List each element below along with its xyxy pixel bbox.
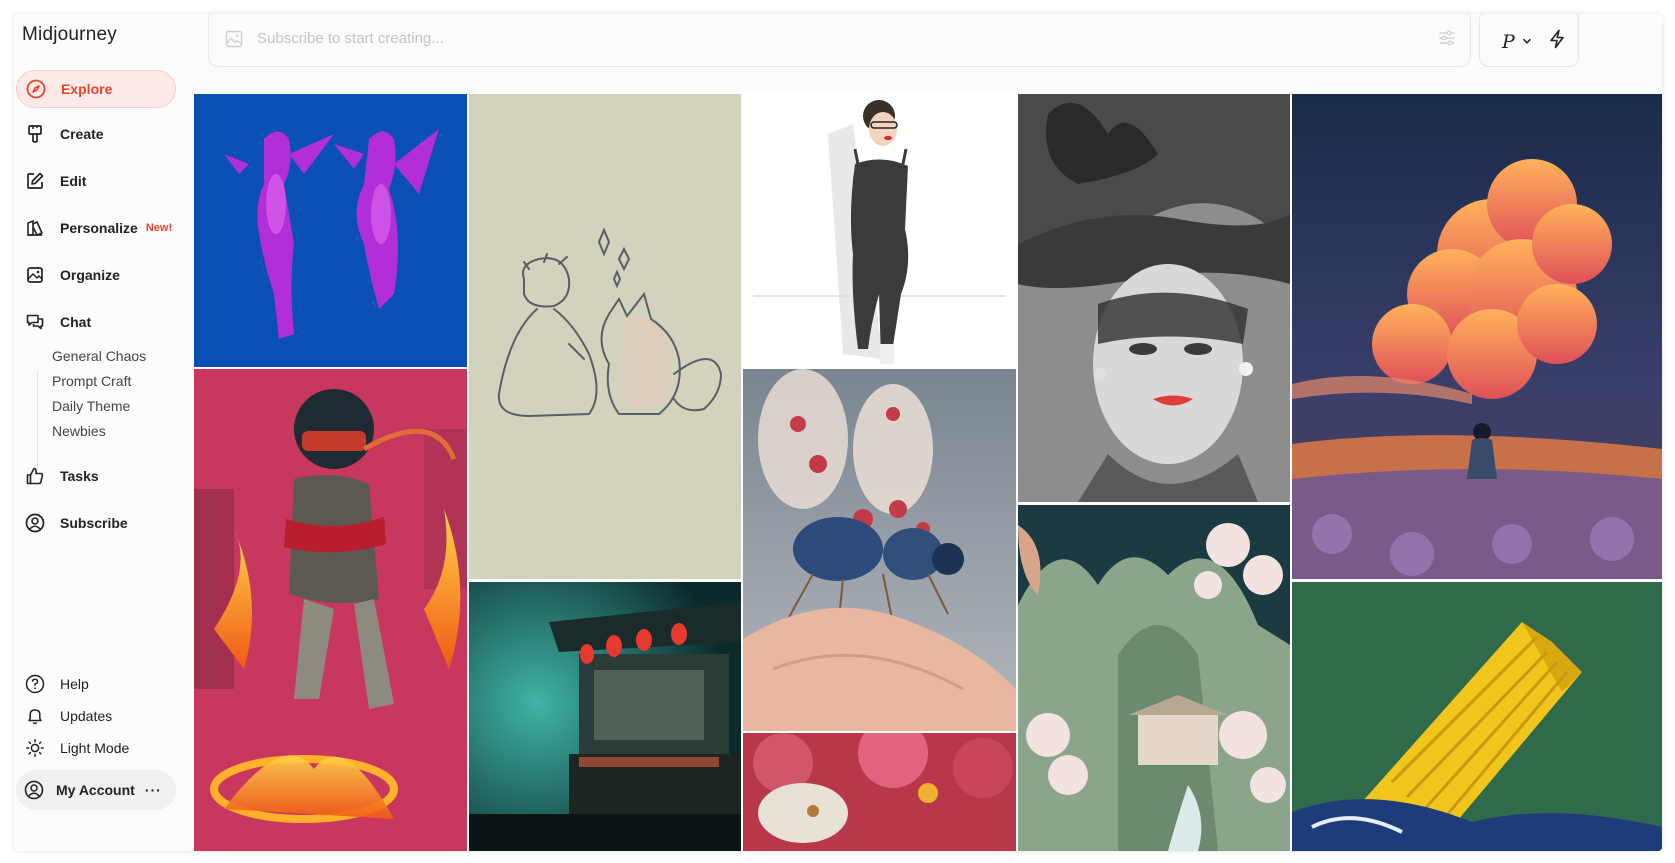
compass-icon <box>25 78 47 100</box>
nav-tasks-label: Tasks <box>60 468 99 484</box>
updates-link[interactable]: Updates <box>16 702 112 730</box>
user-circle-icon <box>24 512 46 534</box>
nav-explore[interactable]: Explore <box>16 70 176 108</box>
personalize-toggle[interactable]: P <box>1502 31 1515 53</box>
gallery-image-red-flowers-fish[interactable] <box>743 733 1016 851</box>
chat-rooms-divider <box>37 370 38 470</box>
new-badge: New! <box>145 222 173 234</box>
help-link[interactable]: Help <box>16 670 89 698</box>
brand-logo[interactable]: Midjourney <box>22 24 117 46</box>
chat-room-newbies[interactable]: Newbies <box>52 423 106 439</box>
nav-edit-label: Edit <box>60 173 87 189</box>
sidebar: Midjourney Explore Create Edit Personali… <box>14 14 200 851</box>
help-label: Help <box>60 676 89 692</box>
nav-create-label: Create <box>60 126 104 142</box>
light-mode-toggle[interactable]: Light Mode <box>16 734 129 762</box>
app-window: Midjourney Explore Create Edit Personali… <box>14 14 1662 851</box>
gallery-image-chinese-landscape-painting[interactable] <box>1018 505 1290 851</box>
gallery-image-yellow-shipping-container[interactable] <box>1292 582 1662 851</box>
gallery-image-boy-and-fox-sketch[interactable] <box>469 94 741 579</box>
nav-personalize-label: Personalize <box>60 220 138 236</box>
gallery-image-floral-jeweled-bee[interactable] <box>743 369 1016 731</box>
bell-icon <box>24 705 46 727</box>
sun-icon <box>24 737 46 759</box>
chevron-down-icon[interactable] <box>1522 33 1532 51</box>
account-label: My Account <box>56 782 135 798</box>
gallery-image-purple-angels-statues[interactable] <box>194 94 467 367</box>
prompt-input[interactable] <box>257 30 1357 47</box>
nav-create[interactable]: Create <box>16 115 176 153</box>
mode-controls: P <box>1479 14 1579 67</box>
gallery-image-sunset-clouds-field[interactable] <box>1292 94 1662 579</box>
gallery-image-woman-in-black-jumpsuit[interactable] <box>743 94 1016 367</box>
prompt-bar <box>208 14 1471 67</box>
light-mode-label: Light Mode <box>60 740 130 756</box>
brush-icon <box>24 123 46 145</box>
nav-edit[interactable]: Edit <box>16 162 176 200</box>
thumbs-up-icon <box>24 465 46 487</box>
account-button[interactable]: My Account ··· <box>16 770 176 810</box>
nav-explore-label: Explore <box>61 81 113 97</box>
help-icon <box>24 673 46 695</box>
chat-icon <box>24 311 46 333</box>
image-gallery-icon <box>24 264 46 286</box>
chat-room-daily-theme[interactable]: Daily Theme <box>52 398 130 414</box>
edit-icon <box>24 170 46 192</box>
gallery-image-neon-street-food-stall[interactable] <box>469 582 741 851</box>
chat-room-prompt-craft[interactable]: Prompt Craft <box>52 373 131 389</box>
image-upload-icon[interactable] <box>225 30 243 48</box>
gallery-image-woman-with-feathered-hat[interactable] <box>1018 94 1290 502</box>
nav-personalize[interactable]: Personalize New! <box>16 209 176 247</box>
updates-label: Updates <box>60 708 113 724</box>
settings-sliders-icon[interactable] <box>1438 29 1456 52</box>
nav-chat-label: Chat <box>60 314 92 330</box>
personalize-icon <box>24 217 46 239</box>
chat-room-general-chaos[interactable]: General Chaos <box>52 348 146 364</box>
more-options-icon[interactable]: ··· <box>145 782 162 798</box>
account-icon <box>24 780 44 800</box>
lightning-icon[interactable] <box>1548 29 1566 54</box>
nav-subscribe-label: Subscribe <box>60 515 128 531</box>
nav-chat[interactable]: Chat <box>16 303 176 341</box>
nav-tasks[interactable]: Tasks <box>16 457 176 495</box>
nav-organize[interactable]: Organize <box>16 256 176 294</box>
nav-subscribe[interactable]: Subscribe <box>16 504 176 542</box>
nav-organize-label: Organize <box>60 267 120 283</box>
gallery-image-masked-warrior-fire[interactable] <box>194 369 467 851</box>
